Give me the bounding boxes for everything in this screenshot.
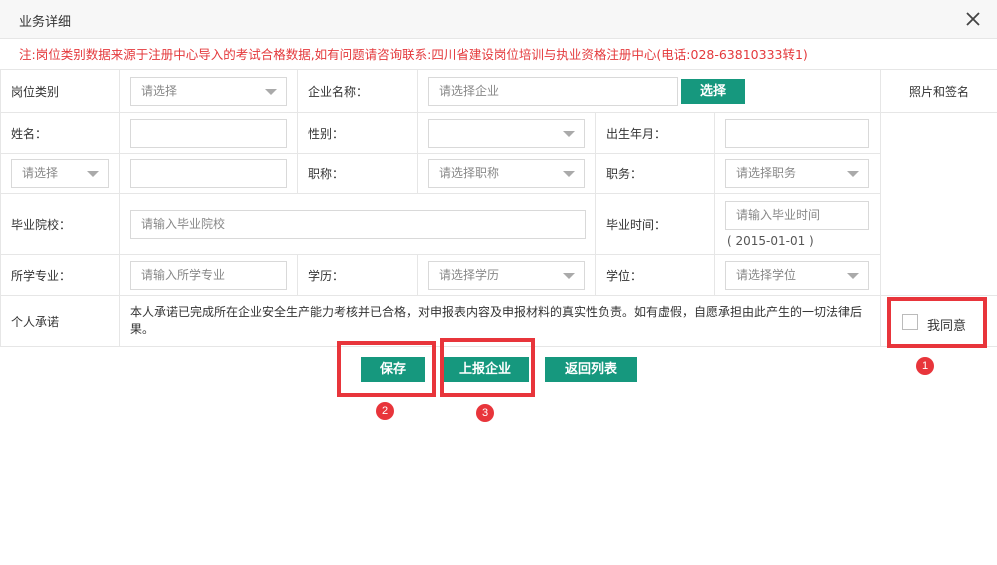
chevron-down-icon: [563, 171, 575, 177]
back-to-list-button[interactable]: 返回列表: [545, 357, 637, 382]
grad-time-label: 毕业时间：: [595, 193, 715, 255]
duty-select[interactable]: 请选择职务: [725, 159, 869, 188]
close-icon[interactable]: [963, 9, 983, 29]
school-label: 毕业院校：: [0, 193, 120, 255]
company-input[interactable]: 请选择企业: [428, 76, 678, 106]
dialog-title: 业务详细: [19, 15, 72, 30]
save-highlight-frame: [337, 341, 436, 397]
select-company-button[interactable]: 选择: [681, 79, 745, 104]
id-number-input[interactable]: [130, 159, 287, 188]
notice-text: 注:岗位类别数据来源于注册中心导入的考试合格数据,如有问题请咨询联系:四川省建设…: [19, 47, 808, 62]
gender-label: 性别：: [297, 112, 418, 154]
annotation-badge-3: 3: [476, 404, 494, 422]
chevron-down-icon: [265, 88, 277, 95]
company-label: 企业名称：: [297, 69, 418, 113]
annotation-badge-2: 2: [376, 402, 394, 420]
degree-label: 学位：: [595, 254, 715, 296]
photo-signature-label: 照片和签名: [880, 69, 997, 113]
birth-input[interactable]: [725, 118, 869, 148]
degree-select[interactable]: 请选择学位: [725, 260, 869, 290]
major-input[interactable]: 请输入所学专业: [130, 260, 287, 290]
education-select[interactable]: 请选择学历: [428, 260, 585, 290]
name-input[interactable]: [130, 118, 287, 148]
title-rank-label: 职称：: [297, 153, 418, 194]
annotation-badge-1: 1: [916, 357, 934, 375]
agree-label[interactable]: 我同意: [927, 315, 966, 334]
position-type-label: 岗位类别: [0, 69, 120, 113]
birth-label: 出生年月：: [595, 112, 715, 154]
chevron-down-icon: [87, 171, 99, 177]
promise-label: 个人承诺: [0, 295, 120, 347]
chevron-down-icon: [563, 130, 575, 137]
position-type-select[interactable]: 请选择: [130, 76, 287, 106]
title-rank-select[interactable]: 请选择职称: [428, 159, 585, 188]
duty-label: 职务：: [595, 153, 715, 194]
chevron-down-icon: [847, 171, 859, 177]
education-label: 学历：: [297, 254, 418, 296]
chevron-down-icon: [563, 272, 575, 279]
gender-select[interactable]: [428, 118, 585, 148]
grad-time-hint: ( 2015-01-01 ): [727, 233, 814, 248]
chevron-down-icon: [847, 272, 859, 279]
school-input[interactable]: 请输入毕业院校: [130, 209, 586, 239]
agree-checkbox[interactable]: [902, 314, 918, 330]
id-type-select[interactable]: 请选择: [11, 159, 109, 188]
major-label: 所学专业：: [0, 254, 120, 296]
grad-time-input[interactable]: 请输入毕业时间: [725, 200, 869, 230]
dialog-titlebar: 业务详细: [0, 0, 997, 39]
photo-area[interactable]: [880, 112, 997, 296]
detail-form: 岗位类别 请选择 企业名称： 请选择企业 选择 照片和签名 姓名： 性别： 出生…: [0, 69, 997, 347]
report-highlight-frame: [440, 338, 535, 397]
name-label: 姓名：: [0, 112, 120, 154]
agree-highlight-frame: 我同意: [887, 297, 987, 348]
